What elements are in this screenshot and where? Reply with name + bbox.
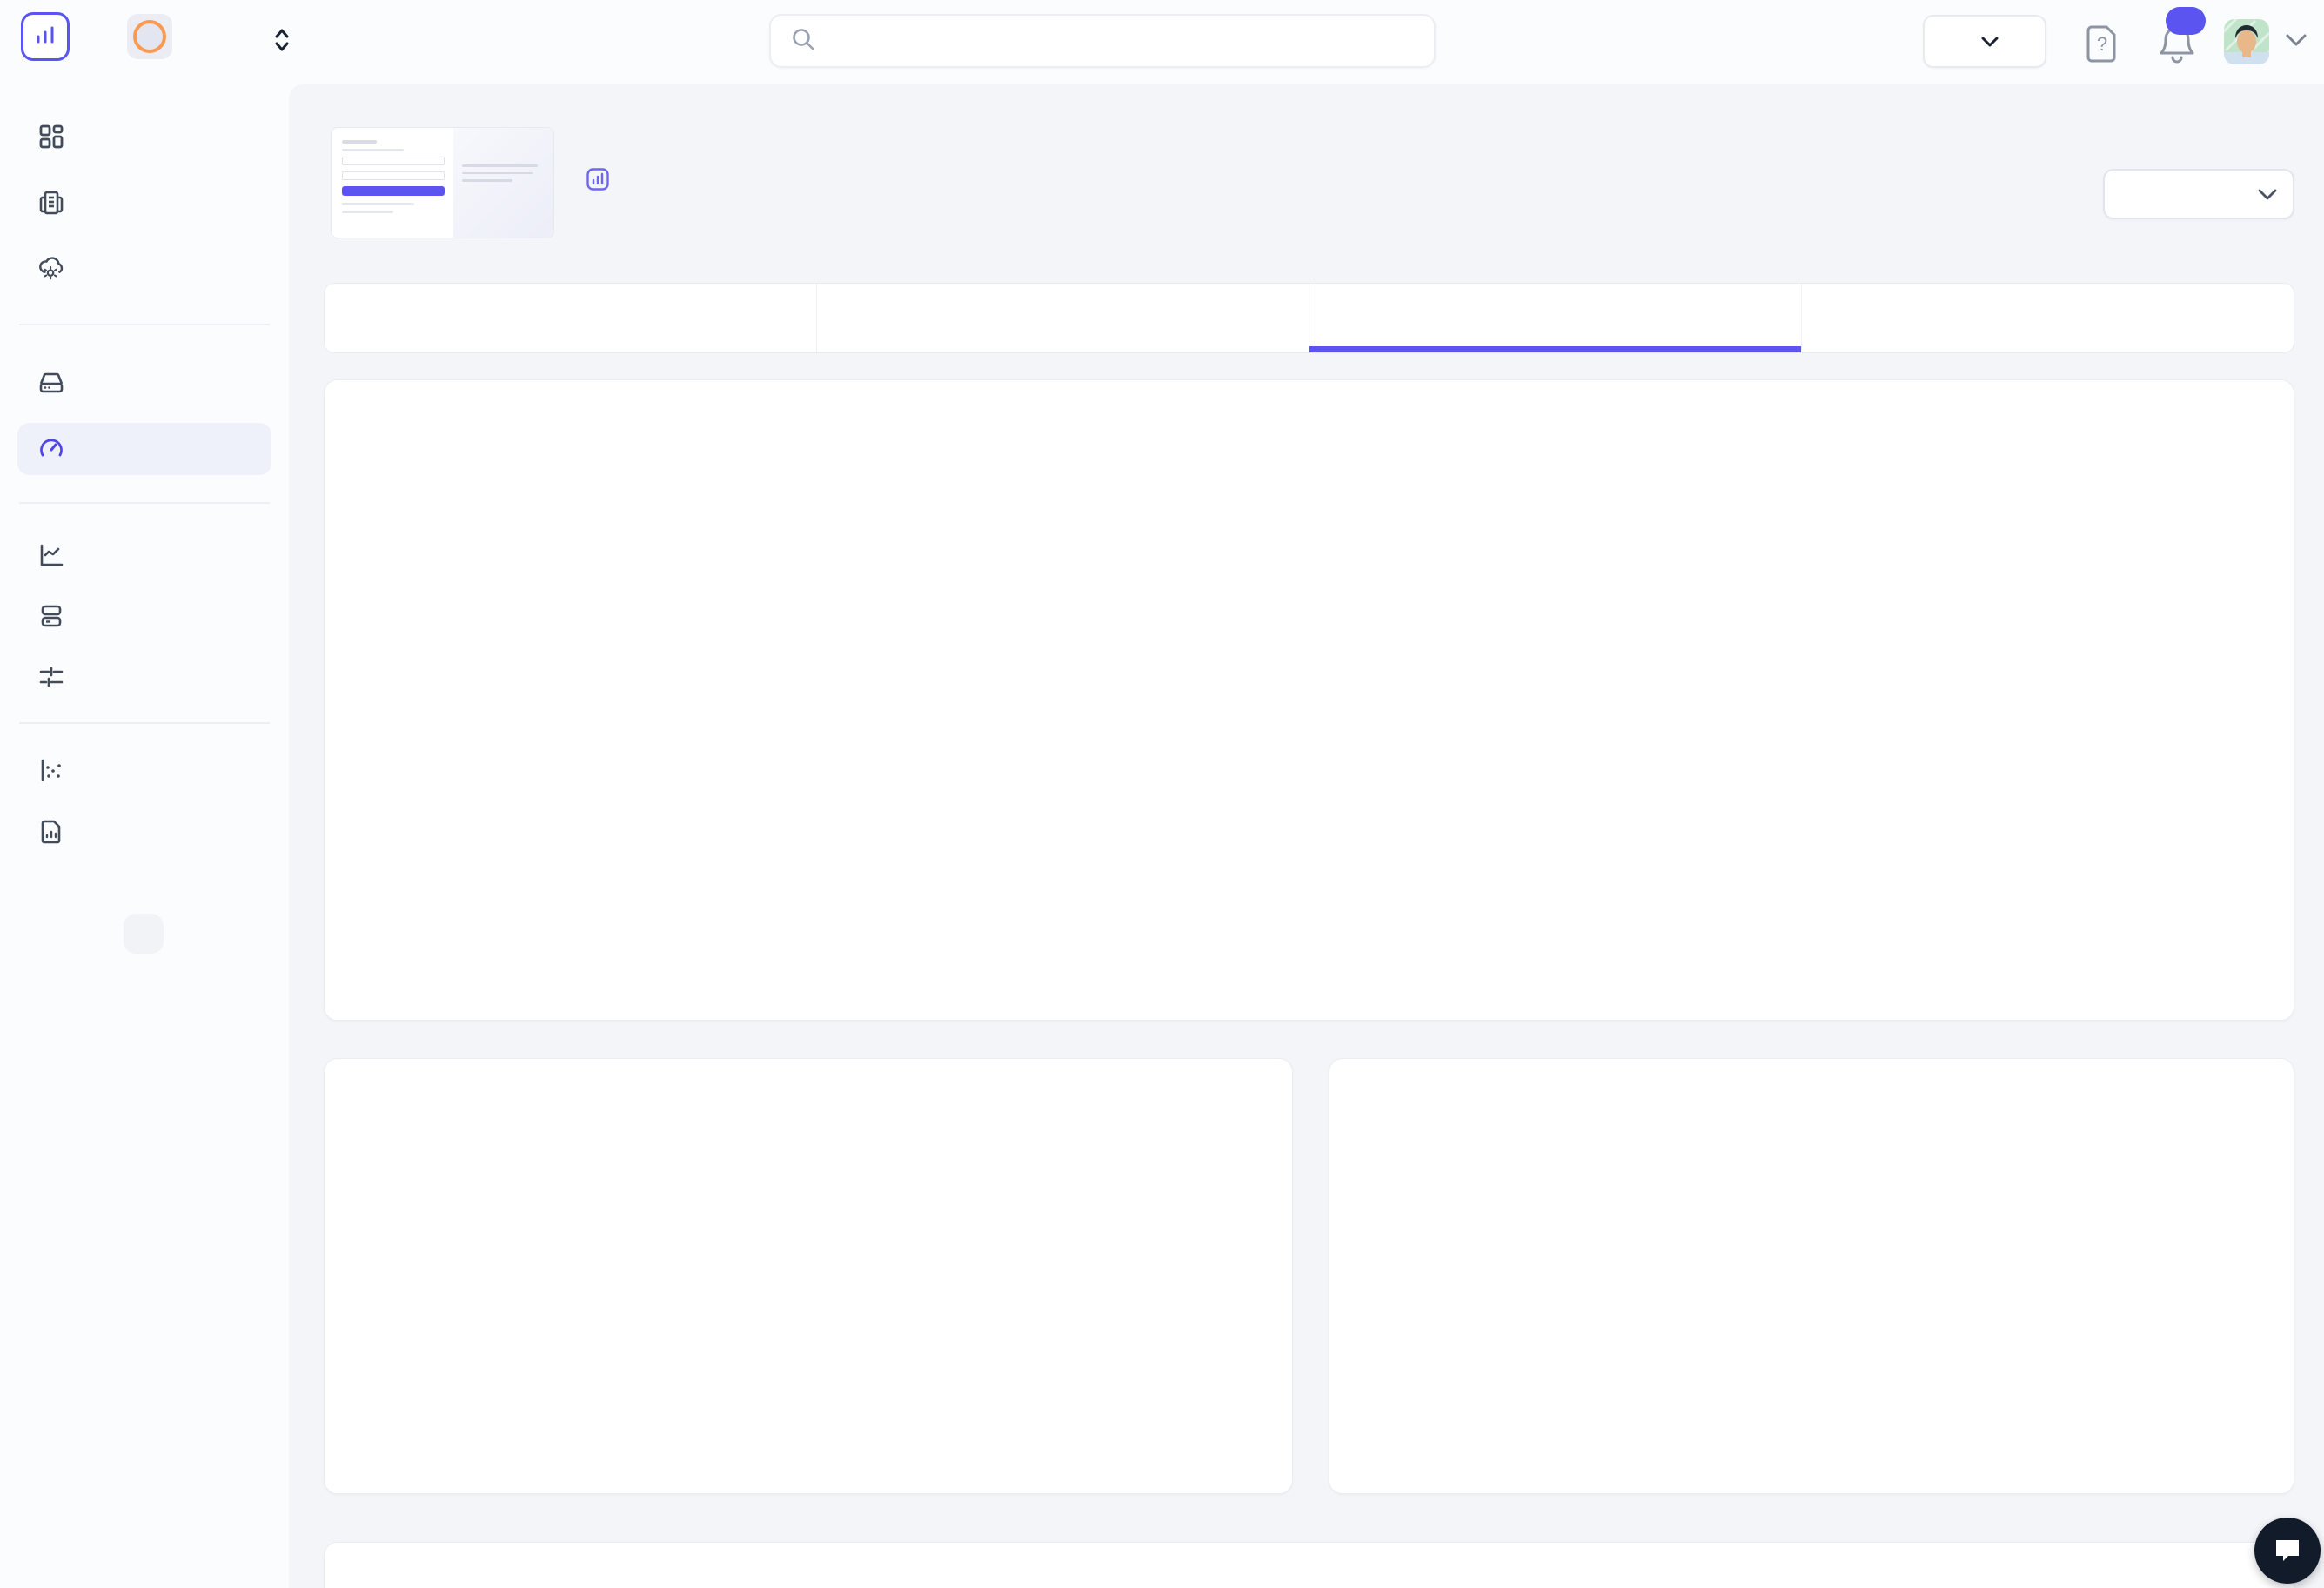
- sidebar-item-browser-tests[interactable]: [17, 590, 271, 642]
- help-button[interactable]: ?: [2085, 24, 2120, 65]
- chat-button[interactable]: [2254, 1518, 2321, 1584]
- mini-chart-icon: [586, 167, 610, 191]
- admin-menu-button[interactable]: [1923, 15, 2046, 68]
- notification-badge: [2166, 7, 2206, 35]
- help-doc-icon: ?: [2085, 24, 2120, 63]
- sidebar-item-runs-by-test[interactable]: [17, 806, 271, 858]
- sidebar-item-advanced-tests[interactable]: [17, 651, 271, 703]
- chevron-down-icon: [2285, 33, 2307, 47]
- sidebar-item-hosts[interactable]: [17, 357, 271, 409]
- tab-response-time[interactable]: [1309, 284, 1801, 352]
- dashboard-grid-icon: [38, 124, 64, 150]
- sidebar-item-web-tests[interactable]: [17, 529, 271, 581]
- tab-lighthouse[interactable]: [1801, 284, 2294, 352]
- sidebar-divider: [19, 502, 270, 504]
- workspace-avatar[interactable]: [127, 14, 172, 59]
- gauge-icon: [38, 436, 64, 462]
- workspace-select-icon[interactable]: [271, 27, 292, 57]
- host-thumbnail: [331, 127, 554, 238]
- server-icon: [38, 370, 64, 396]
- sidebar-item-cloud[interactable]: [17, 242, 271, 294]
- scatter-plot-icon: [38, 757, 64, 783]
- app-logo: [21, 12, 70, 61]
- sidebar-item-performance[interactable]: [17, 423, 271, 475]
- cloud-gear-icon: [38, 255, 64, 281]
- storage-card: [324, 1542, 2294, 1588]
- distribution-card: [324, 1058, 1293, 1494]
- sidebar-item-latest-runs[interactable]: [17, 744, 271, 796]
- tab-overview[interactable]: [325, 284, 816, 352]
- search-bar: [769, 14, 1436, 68]
- user-menu-caret[interactable]: [2285, 33, 2307, 50]
- organization-icon: [38, 190, 64, 216]
- bar-chart-logo-icon: [32, 22, 58, 52]
- host-url-row: [586, 167, 620, 191]
- svg-text:?: ?: [2097, 33, 2107, 55]
- stacked-cards-icon: [38, 603, 64, 629]
- sidebar-divider: [19, 722, 270, 724]
- search-icon: [790, 26, 816, 57]
- avg-hour-card: [1329, 1058, 2294, 1494]
- app-root: ?: [0, 0, 2324, 1588]
- sidebar-collapse-button[interactable]: [124, 914, 164, 954]
- sliders-icon: [38, 664, 64, 690]
- chat-bubble-icon: [2273, 1537, 2302, 1565]
- sidebar-item-organization[interactable]: [17, 177, 271, 229]
- search-input[interactable]: [830, 28, 1415, 55]
- sidebar-divider: [19, 324, 270, 325]
- line-chart-icon: [38, 542, 64, 568]
- avatar-image: [2224, 19, 2269, 64]
- page-tabs: [324, 283, 2294, 353]
- report-doc-icon: [38, 819, 64, 845]
- sidebar-item-dashboard[interactable]: [17, 111, 271, 163]
- host-response-time-card: [324, 379, 2294, 1021]
- chevron-down-icon: [1981, 37, 1999, 47]
- chevron-down-icon: [2258, 189, 2277, 200]
- tab-core-web-vitals[interactable]: [816, 284, 1309, 352]
- timeframe-select[interactable]: [2103, 169, 2294, 219]
- user-avatar[interactable]: [2224, 19, 2269, 64]
- workspace-ring-icon: [133, 20, 166, 53]
